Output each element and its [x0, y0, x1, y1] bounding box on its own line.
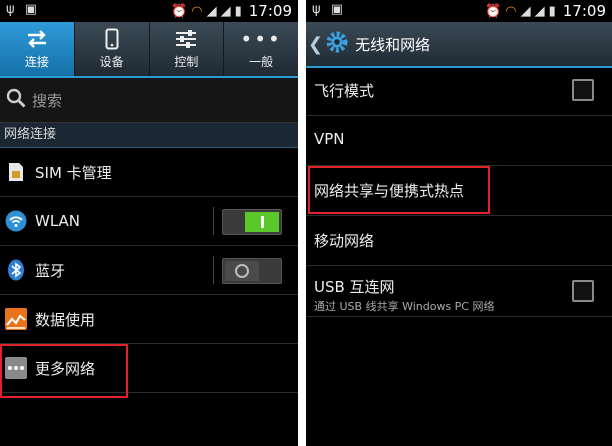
- list-item-label: 移动网络: [314, 232, 375, 250]
- signal-icon: ◢: [520, 3, 531, 19]
- back-chevron-icon[interactable]: ❮: [308, 34, 323, 55]
- tab-controls[interactable]: 控制: [150, 22, 225, 76]
- section-header: 网络连接: [0, 123, 298, 148]
- gear-icon[interactable]: [325, 30, 349, 58]
- list-item-more-networks[interactable]: 更多网络: [0, 344, 298, 393]
- clock: 17:09: [248, 2, 292, 20]
- more-dots-icon: •••: [240, 27, 282, 51]
- list-item-label: 网络共享与便携式热点: [314, 182, 465, 200]
- list-item-usb-internet[interactable]: USB 互连网 通过 USB 线共享 Windows PC 网络: [306, 266, 612, 317]
- divider: [213, 256, 214, 284]
- list-item-label: VPN: [314, 130, 345, 148]
- tab-label: 控制: [174, 55, 199, 69]
- clock: 17:09: [562, 2, 606, 20]
- wifi-status-icon: ◠: [191, 3, 203, 19]
- airplane-mode-checkbox[interactable]: [572, 79, 594, 101]
- signal-2-icon: ◢: [534, 3, 545, 19]
- list-item-label: 飞行模式: [314, 82, 375, 100]
- signal-icon: ◢: [206, 3, 217, 19]
- battery-icon: ▮: [234, 3, 242, 19]
- tab-connections[interactable]: 连接: [0, 22, 75, 76]
- data-usage-icon: [5, 308, 27, 330]
- status-bar: ψ ▣ ⏰ ◠ ◢ ◢ ▮ 17:09: [0, 0, 298, 22]
- usb-debug-icon: ψ ▣: [6, 2, 40, 17]
- wireless-networks-screen: ψ ▣ ⏰ ◠ ◢ ◢ ▮ 17:09 ❮ 无线和网络 飞行模式 VPN 网络共…: [306, 0, 612, 446]
- tab-label: 连接: [24, 55, 49, 69]
- tab-label: 一般: [249, 55, 274, 69]
- sim-card-icon: [5, 161, 27, 183]
- usb-debug-icon: ψ ▣: [312, 2, 346, 17]
- list-item-vpn[interactable]: VPN: [306, 116, 612, 166]
- title-bar: ❮ 无线和网络: [306, 22, 612, 68]
- swap-arrows-icon: [26, 28, 48, 50]
- sliders-icon: [175, 28, 197, 50]
- list-item-label: 蓝牙: [35, 261, 66, 280]
- tab-device[interactable]: 设备: [75, 22, 150, 76]
- search-icon: [6, 88, 26, 112]
- bluetooth-toggle[interactable]: [222, 258, 282, 284]
- search-placeholder: 搜索: [32, 91, 63, 110]
- list-item-bluetooth[interactable]: 蓝牙: [0, 246, 298, 295]
- more-networks-icon: [5, 357, 27, 379]
- alarm-icon: ⏰: [171, 3, 188, 19]
- wifi-status-icon: ◠: [505, 3, 517, 19]
- list-item-mobile-networks[interactable]: 移动网络: [306, 216, 612, 266]
- usb-internet-checkbox[interactable]: [572, 280, 594, 302]
- list-item-sim-manager[interactable]: SIM 卡管理: [0, 148, 298, 197]
- search-bar[interactable]: 搜索: [0, 78, 298, 123]
- battery-icon: ▮: [548, 3, 556, 19]
- list-item-sublabel: 通过 USB 线共享 Windows PC 网络: [314, 300, 495, 313]
- list-item-label: SIM 卡管理: [35, 163, 112, 182]
- list-item-wlan[interactable]: WLAN: [0, 197, 298, 246]
- list-item-label: USB 互连网: [314, 278, 395, 296]
- phone-icon: [105, 28, 119, 50]
- list-item-tethering-hotspot[interactable]: 网络共享与便携式热点: [306, 166, 612, 216]
- wlan-toggle[interactable]: [222, 209, 282, 235]
- settings-tab-bar: 连接 设备 控制 ••• 一般: [0, 22, 298, 78]
- list-item-label: WLAN: [35, 212, 81, 230]
- settings-connections-screen: ψ ▣ ⏰ ◠ ◢ ◢ ▮ 17:09 连接 设备 控制 ••• 一般 搜索 网…: [0, 0, 298, 446]
- tab-label: 设备: [99, 55, 124, 69]
- wifi-icon: [5, 210, 27, 232]
- list-item-data-usage[interactable]: 数据使用: [0, 295, 298, 344]
- status-bar: ψ ▣ ⏰ ◠ ◢ ◢ ▮ 17:09: [306, 0, 612, 22]
- alarm-icon: ⏰: [485, 3, 502, 19]
- divider: [213, 207, 214, 235]
- list-item-label: 更多网络: [35, 359, 96, 378]
- list-item-label: 数据使用: [35, 310, 96, 329]
- signal-2-icon: ◢: [220, 3, 231, 19]
- tab-general[interactable]: ••• 一般: [224, 22, 298, 76]
- page-title: 无线和网络: [355, 35, 431, 54]
- bluetooth-icon: [5, 259, 27, 281]
- list-item-airplane-mode[interactable]: 飞行模式: [306, 66, 612, 116]
